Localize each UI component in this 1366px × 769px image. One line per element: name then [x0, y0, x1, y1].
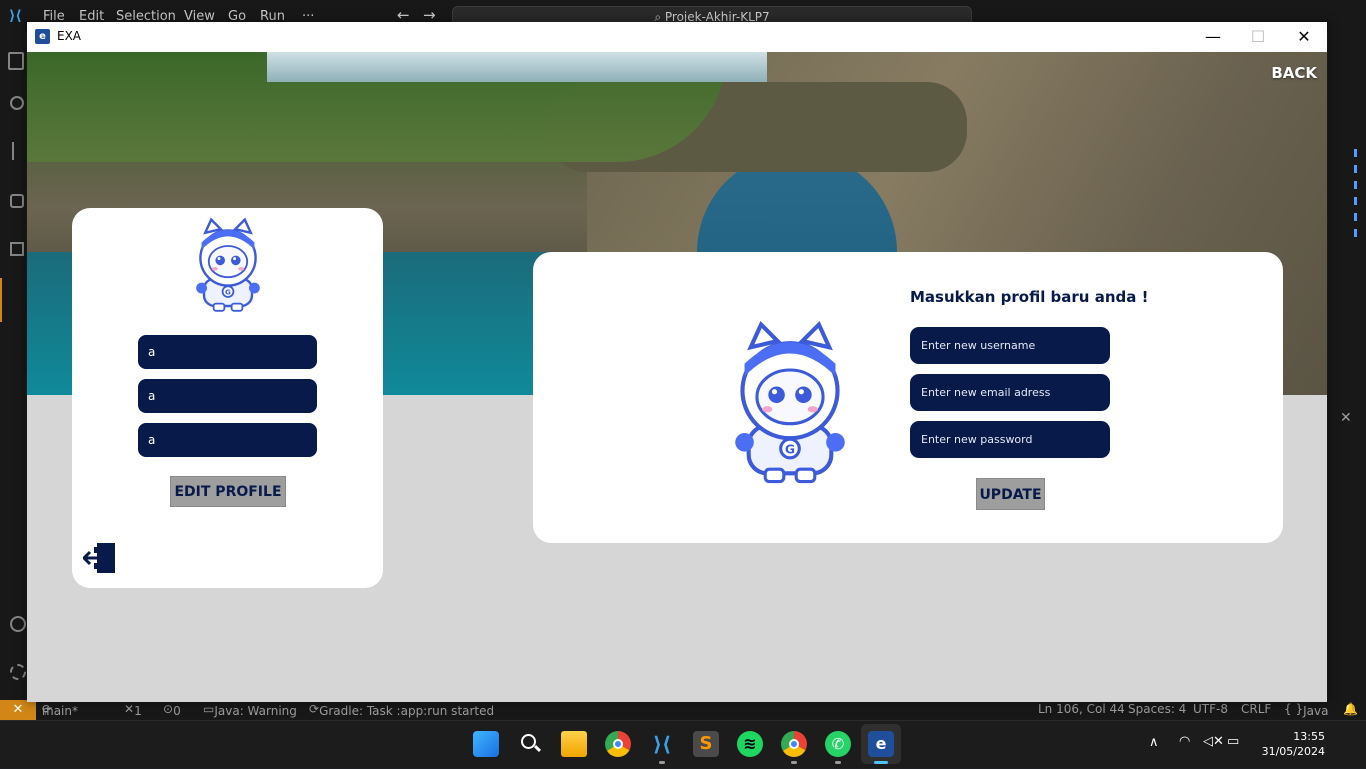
profile-username-field[interactable]: a: [138, 335, 317, 369]
app-titlebar: e EXA — ☐ ✕: [27, 22, 1327, 52]
astronaut-cat-illustration: G: [735, 320, 845, 484]
edit-profile-button[interactable]: EDIT PROFILE: [170, 476, 286, 507]
extensions-icon[interactable]: [10, 242, 24, 256]
line-ending[interactable]: CRLF: [1241, 702, 1271, 716]
chrome-icon[interactable]: [605, 731, 631, 757]
clock-date: 31/05/2024: [1261, 745, 1325, 758]
app-title: EXA: [57, 29, 82, 43]
profile-email-field[interactable]: a: [138, 379, 317, 413]
svg-text:G: G: [225, 288, 231, 297]
cursor-position[interactable]: Ln 106, Col 44: [1038, 702, 1125, 716]
speaker-muted-icon[interactable]: ◁✕: [1203, 734, 1224, 749]
close-button[interactable]: ✕: [1281, 22, 1327, 52]
vscode-icon[interactable]: ⟩⟨: [649, 731, 675, 757]
app-logo-icon: e: [35, 29, 50, 44]
notifications-bell-icon[interactable]: 🔔: [1343, 702, 1358, 716]
indent-spaces[interactable]: Spaces: 4: [1128, 702, 1186, 716]
run-debug-icon[interactable]: [10, 194, 24, 208]
git-branch[interactable]: ⑂ main* ⟳: [42, 702, 78, 718]
exa-app-icon[interactable]: e: [868, 731, 894, 757]
close-panel-icon[interactable]: ✕: [1340, 410, 1352, 426]
vscode-logo-icon: ⟩⟨: [9, 8, 22, 24]
gradle-status[interactable]: ⟳ Gradle: Task :app:run started: [309, 702, 494, 718]
ports-count[interactable]: ⊙ 0: [163, 702, 181, 718]
update-button[interactable]: UPDATE: [976, 478, 1045, 510]
astronaut-cat-avatar: G: [196, 217, 260, 312]
windows-taskbar: ⟩⟨ S ≋ ✆ e ∧ ◠ ◁✕ ▭ 13:55 31/05/2024: [0, 720, 1366, 768]
exa-app-window: e EXA — ☐ ✕ BACK G a a a EDIT PROFILE G …: [27, 22, 1327, 702]
minimap-marker: [1354, 149, 1357, 239]
app-content: BACK G a a a EDIT PROFILE G Masukkan pro…: [27, 52, 1327, 702]
source-control-icon[interactable]: [12, 142, 20, 160]
search-view-icon[interactable]: [10, 96, 24, 110]
vscode-right-gutter: ✕: [1328, 34, 1366, 700]
explorer-icon[interactable]: [8, 52, 24, 70]
logout-icon[interactable]: [83, 541, 117, 575]
show-desktop-button[interactable]: [1352, 731, 1358, 759]
new-username-input[interactable]: Enter new username: [910, 327, 1110, 364]
profile-password-field[interactable]: a: [138, 423, 317, 457]
new-password-input[interactable]: Enter new password: [910, 421, 1110, 458]
file-explorer-icon[interactable]: [561, 731, 587, 757]
maximize-button[interactable]: ☐: [1235, 22, 1281, 52]
chrome-profile-icon[interactable]: [781, 731, 807, 757]
update-form-title: Masukkan profil baru anda !: [910, 288, 1149, 306]
new-email-input[interactable]: Enter new email adress: [910, 374, 1110, 411]
spotify-icon[interactable]: ≋: [737, 731, 763, 757]
language-mode[interactable]: { } Java: [1284, 702, 1328, 718]
profile-card: G a a a EDIT PROFILE: [72, 208, 383, 588]
svg-text:G: G: [785, 442, 795, 457]
wifi-icon[interactable]: ◠: [1179, 734, 1190, 749]
remote-icon[interactable]: [0, 278, 2, 322]
search-icon[interactable]: [517, 731, 543, 757]
problems-count[interactable]: ✕ 1: [124, 702, 142, 718]
remote-indicator-icon[interactable]: ✕: [0, 700, 36, 720]
whatsapp-icon[interactable]: ✆: [825, 731, 851, 757]
chevron-up-icon[interactable]: ∧: [1149, 735, 1159, 750]
sublime-text-icon[interactable]: S: [693, 731, 719, 757]
activity-bar: [0, 34, 26, 700]
clock-time: 13:55: [1293, 730, 1325, 743]
update-profile-card: G Masukkan profil baru anda ! Enter new …: [533, 252, 1283, 543]
minimize-button[interactable]: —: [1190, 22, 1236, 52]
account-icon[interactable]: [10, 616, 26, 632]
back-button[interactable]: BACK: [1271, 64, 1317, 82]
vscode-statusbar: ✕ ⑂ main* ⟳ ✕ 1 ⊙ 0 ▭ Java: Warning ⟳ Gr…: [0, 700, 1366, 720]
battery-icon[interactable]: ▭: [1227, 734, 1239, 749]
settings-gear-icon[interactable]: [10, 664, 26, 680]
file-encoding[interactable]: UTF-8: [1193, 702, 1228, 716]
start-windows-icon[interactable]: [473, 731, 499, 757]
java-status[interactable]: ▭ Java: Warning: [203, 702, 297, 718]
taskbar-clock[interactable]: 13:55 31/05/2024: [1255, 729, 1325, 759]
